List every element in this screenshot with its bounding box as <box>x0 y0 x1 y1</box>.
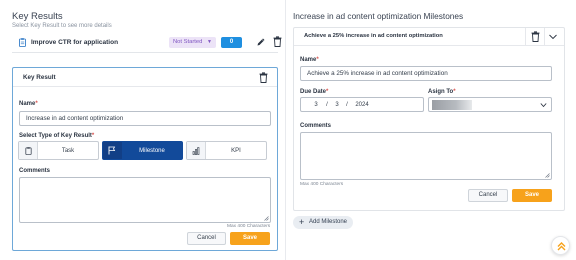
max-chars-hint: Max 400 Characters <box>227 224 271 229</box>
pencil-icon[interactable] <box>256 37 266 47</box>
type-milestone-label: Milestone <box>139 147 165 154</box>
type-task-button[interactable]: Task <box>18 141 99 160</box>
assignee-redacted <box>432 100 472 110</box>
type-kpi-button[interactable]: KPI <box>186 141 267 160</box>
due-date-input[interactable]: 3 / 3 / 2024 <box>300 97 424 112</box>
milestone-comments-label: Comments <box>300 123 332 129</box>
scroll-to-top-button[interactable] <box>551 236 570 255</box>
assign-to-select[interactable] <box>428 97 552 112</box>
milestone-comments-textarea[interactable] <box>300 132 552 180</box>
milestones-title: Increase in ad content optimization Mile… <box>293 11 464 21</box>
clipboard-icon <box>24 146 32 155</box>
double-chevron-up-icon <box>557 242 566 251</box>
flag-icon <box>108 146 116 155</box>
count-badge: 0 <box>221 37 242 48</box>
milestone-header-title: Achieve a 25% increase in ad content opt… <box>304 33 443 39</box>
type-task-label: Task <box>61 147 75 154</box>
milestone-name-label: Name* <box>300 57 319 63</box>
due-date-day[interactable]: 3 <box>329 102 345 108</box>
comments-label: Comments <box>19 168 51 174</box>
milestone-cancel-button[interactable]: Cancel <box>468 189 508 202</box>
status-dropdown[interactable]: Not Started ▼ <box>169 37 216 48</box>
key-results-subtitle: Select Key Result to see more details <box>12 23 112 29</box>
editor-title: Key Result <box>23 74 56 81</box>
add-milestone-button[interactable]: + Add Milestone <box>293 216 353 229</box>
trash-icon[interactable] <box>531 31 540 42</box>
trash-icon[interactable] <box>273 36 282 47</box>
clipboard-icon <box>19 38 26 47</box>
due-date-label: Due Date* <box>300 89 329 95</box>
cancel-button[interactable]: Cancel <box>187 232 226 245</box>
key-result-row[interactable]: Improve CTR for application Not Started … <box>12 33 282 53</box>
type-milestone-button[interactable]: Milestone <box>102 141 183 160</box>
milestone-name-input[interactable]: Achieve a 25% increase in ad content opt… <box>300 66 552 81</box>
status-value: Not Started <box>173 39 203 45</box>
due-date-month[interactable]: 3 <box>307 102 325 108</box>
editor-header: Key Result <box>13 68 277 87</box>
bar-chart-icon <box>192 146 200 155</box>
type-kpi-label: KPI <box>231 147 241 154</box>
plus-icon: + <box>299 217 305 227</box>
chevron-down-icon[interactable] <box>548 32 558 41</box>
type-label: Select Type of Key Result* <box>19 133 95 139</box>
chevron-down-icon <box>540 103 547 108</box>
trash-icon[interactable] <box>259 72 268 83</box>
panel-divider <box>285 0 286 260</box>
milestone-card: Achieve a 25% increase in ad content opt… <box>293 27 565 211</box>
due-date-year[interactable]: 2024 <box>349 102 375 108</box>
key-result-editor: Key Result Name* Increase in ad content … <box>12 67 278 251</box>
save-button[interactable]: Save <box>230 232 270 245</box>
add-milestone-label: Add Milestone <box>309 219 348 225</box>
milestone-save-button[interactable]: Save <box>512 189 552 202</box>
key-result-name[interactable]: Improve CTR for application <box>31 39 118 46</box>
name-label: Name* <box>19 101 38 107</box>
name-input[interactable]: Increase in ad content optimization <box>19 111 271 126</box>
caret-down-icon: ▼ <box>207 39 212 45</box>
resize-grip-icon[interactable] <box>264 216 269 221</box>
key-results-title: Key Results <box>12 11 63 22</box>
milestone-header[interactable]: Achieve a 25% increase in ad content opt… <box>294 28 564 46</box>
resize-grip-icon[interactable] <box>545 173 550 178</box>
assign-to-label: Asign To* <box>428 89 456 95</box>
milestone-max-chars-hint: Max 400 Characters <box>300 182 344 187</box>
comments-textarea[interactable] <box>19 177 271 223</box>
